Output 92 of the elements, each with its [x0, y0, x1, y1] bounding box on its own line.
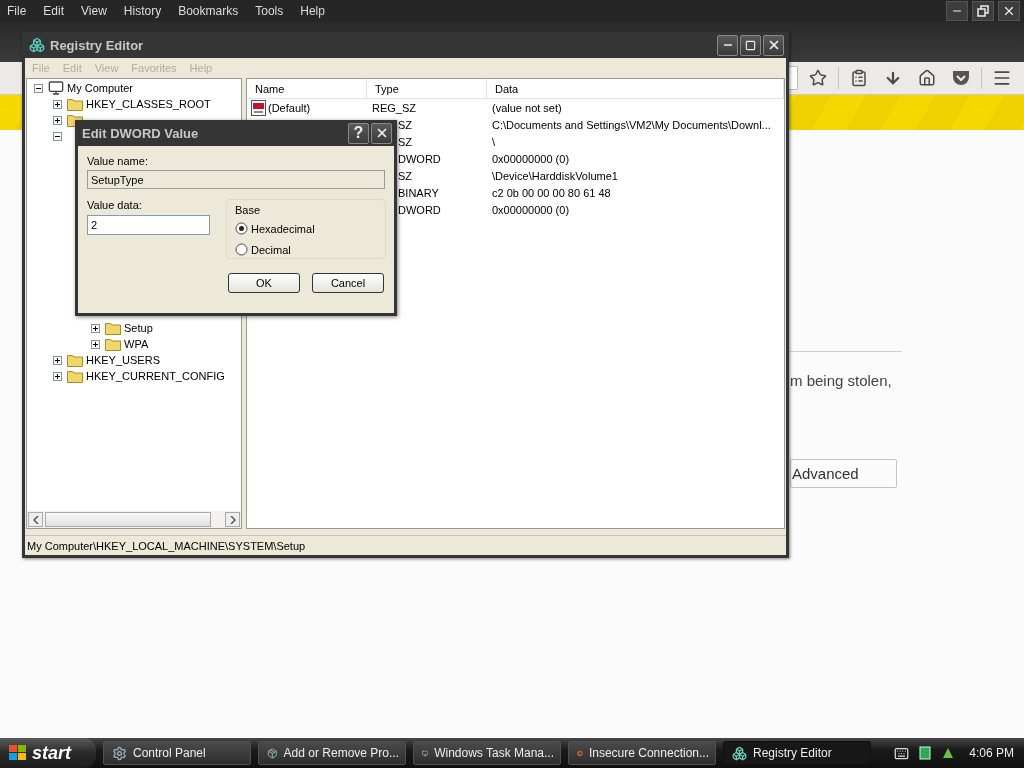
- taskbar-item[interactable]: Control Panel: [103, 741, 251, 765]
- close-button[interactable]: [371, 122, 392, 144]
- keyboard-icon[interactable]: [894, 745, 910, 761]
- tree-item[interactable]: HKEY_CURRENT_CONFIG: [86, 370, 225, 382]
- advanced-button[interactable]: Advanced: [790, 459, 897, 488]
- dialog-title: Edit DWORD Value: [82, 125, 199, 141]
- tree-item[interactable]: My Computer: [67, 82, 134, 94]
- menu-item[interactable]: Tools: [255, 4, 284, 18]
- square-icon[interactable]: [919, 746, 932, 760]
- cubes-icon: [29, 37, 45, 53]
- column-header[interactable]: Name: [247, 79, 367, 98]
- column-header[interactable]: Type: [367, 79, 487, 98]
- tree-item[interactable]: HKEY_USERS: [86, 354, 160, 366]
- expand-icon[interactable]: [91, 323, 100, 333]
- ok-button[interactable]: OK: [228, 273, 300, 293]
- expand-icon[interactable]: [53, 115, 62, 125]
- folder-icon: [105, 337, 121, 351]
- folder-icon: [105, 321, 121, 335]
- menu-item[interactable]: Help: [300, 4, 325, 18]
- value-type: SZ: [397, 135, 414, 148]
- cubes-icon: [732, 745, 747, 761]
- close-button[interactable]: [998, 1, 1020, 21]
- value-name-field[interactable]: SetupType: [87, 170, 385, 189]
- field-label: Value name:: [87, 155, 149, 167]
- maximize-icon: [745, 39, 756, 51]
- close-icon: [1002, 4, 1016, 18]
- radio-label[interactable]: Hexadecimal: [251, 222, 315, 235]
- windows-flag-icon: [8, 744, 28, 762]
- field-label: Value data:: [87, 199, 143, 211]
- value-data-field[interactable]: 2: [87, 215, 210, 235]
- taskbar-item[interactable]: Add or Remove Pro...: [258, 741, 406, 765]
- menu-item[interactable]: Bookmarks: [178, 4, 239, 18]
- maximize-button[interactable]: [740, 34, 761, 56]
- taskbar-item[interactable]: Registry Editor: [723, 741, 871, 765]
- menu-item[interactable]: File: [7, 4, 27, 18]
- tree-item[interactable]: Setup: [124, 322, 153, 334]
- window-title: Registry Editor: [50, 37, 144, 53]
- value-name[interactable]: (Default): [268, 101, 311, 114]
- radio-button[interactable]: [235, 243, 248, 256]
- value-data: 0x00000000 (0): [491, 152, 570, 165]
- value-type: DWORD: [397, 152, 442, 165]
- warning-text: m being stolen,: [790, 372, 892, 389]
- value-data: \Device\HarddiskVolume1: [491, 169, 618, 182]
- address-field[interactable]: [789, 66, 798, 90]
- radio-label[interactable]: Decimal: [251, 243, 291, 256]
- expand-icon[interactable]: [53, 371, 62, 381]
- minimize-button[interactable]: [946, 1, 968, 21]
- taskbar-item[interactable]: Insecure Connection...: [568, 741, 716, 765]
- expand-icon[interactable]: [53, 355, 62, 365]
- value-data: (value not set): [491, 101, 562, 114]
- restore-button[interactable]: [972, 1, 994, 21]
- folder-icon: [67, 369, 83, 383]
- folder-icon: [67, 97, 83, 111]
- scrollbar[interactable]: [27, 511, 241, 528]
- computer-icon: [48, 80, 64, 96]
- restore-icon: [977, 5, 989, 17]
- help-button[interactable]: ?: [348, 122, 369, 144]
- gear-icon: [112, 745, 127, 761]
- triangle-icon[interactable]: [941, 746, 956, 760]
- value-type: DWORD: [397, 203, 442, 216]
- collapse-icon[interactable]: [53, 131, 62, 141]
- group-label: Base: [235, 204, 262, 216]
- cancel-button[interactable]: Cancel: [312, 273, 384, 293]
- menu-item[interactable]: History: [123, 4, 162, 18]
- value-type: SZ: [397, 118, 414, 131]
- minimize-button[interactable]: [717, 34, 738, 56]
- status-bar: My Computer\HKEY_LOCAL_MACHINE\SYSTEM\Setup: [25, 535, 786, 555]
- close-button[interactable]: [763, 34, 784, 56]
- menu-item[interactable]: Edit: [43, 4, 65, 18]
- clock: 4:06 PM: [969, 746, 1014, 760]
- collapse-icon[interactable]: [34, 83, 43, 93]
- radio-button[interactable]: [235, 222, 248, 235]
- string-value-icon: [251, 99, 267, 116]
- value-type: BINARY: [397, 186, 440, 199]
- expand-icon[interactable]: [53, 99, 62, 109]
- value-data: 0x00000000 (0): [491, 203, 570, 216]
- column-header[interactable]: Data: [487, 79, 784, 98]
- chevron-left-icon[interactable]: [32, 515, 39, 524]
- value-data: \: [491, 135, 496, 148]
- tree-item[interactable]: HKEY_CLASSES_ROOT: [86, 98, 211, 110]
- start-button[interactable]: start: [0, 738, 96, 768]
- value-type: REG_SZ: [371, 101, 417, 114]
- value-data: c2 0b 00 00 00 80 61 48: [491, 186, 611, 199]
- menu-item[interactable]: View: [81, 4, 107, 18]
- taskbar-item[interactable]: Windows Task Mana...: [413, 741, 561, 765]
- package-icon: [267, 745, 278, 761]
- chevron-right-icon[interactable]: [229, 515, 236, 524]
- expand-icon[interactable]: [91, 339, 100, 349]
- tree-item[interactable]: WPA: [124, 338, 149, 350]
- value-type: SZ: [397, 169, 414, 182]
- folder-icon: [67, 353, 83, 367]
- value-data: C:\Documents and Settings\VM2\My Documents\Downl...: [491, 118, 771, 131]
